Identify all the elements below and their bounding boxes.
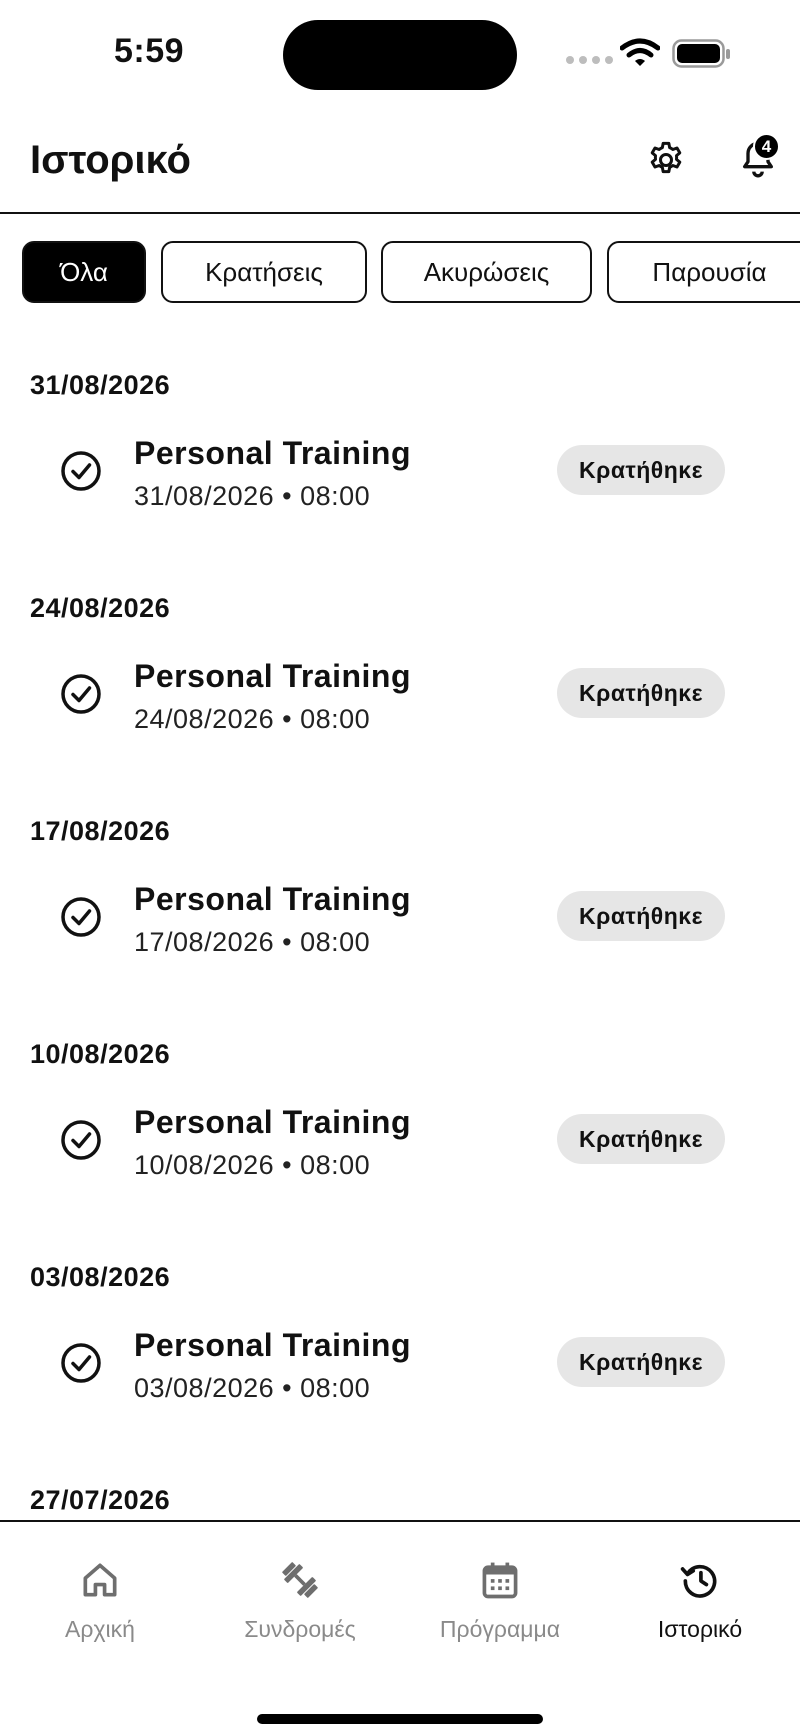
nav-item-subscriptions[interactable]: Συνδρομές xyxy=(200,1522,400,1652)
home-icon xyxy=(83,1563,117,1597)
history-entry[interactable]: Personal Training 17/08/2026 • 08:00 Κρα… xyxy=(0,871,800,981)
dynamic-island xyxy=(283,20,517,90)
filter-chip-cancellations[interactable]: Ακυρώσεις xyxy=(381,241,592,303)
notifications-button[interactable]: 4 xyxy=(734,133,784,186)
nav-label: Ιστορικό xyxy=(657,1616,743,1642)
page-title: Ιστορικό xyxy=(30,138,191,182)
settings-button[interactable] xyxy=(644,138,688,182)
history-entry[interactable]: Personal Training 10/08/2026 • 08:00 Κρα… xyxy=(0,1094,800,1204)
history-icon xyxy=(680,1564,717,1598)
check-circle-icon xyxy=(61,897,101,937)
bottom-nav: Αρχική Συνδρομές Πρόγραμμα Ιστορικό xyxy=(0,1520,800,1736)
app-header: Ιστορικό 4 xyxy=(0,120,800,214)
nav-label: Συνδρομές xyxy=(244,1616,356,1642)
date-header: 17/08/2026 xyxy=(30,816,171,846)
entry-title: Personal Training xyxy=(134,435,412,471)
check-circle-icon xyxy=(61,674,101,714)
date-header: 31/08/2026 xyxy=(30,370,171,400)
nav-label: Αρχική xyxy=(65,1616,135,1642)
date-header: 10/08/2026 xyxy=(30,1039,171,1069)
status-bar: 5:59 xyxy=(0,0,800,110)
status-badge: Κρατήθηκε xyxy=(557,1114,725,1164)
home-indicator xyxy=(257,1714,543,1724)
filter-chip-bookings[interactable]: Κρατήσεις xyxy=(161,241,367,303)
history-entry[interactable]: Personal Training 03/08/2026 • 08:00 Κρα… xyxy=(0,1317,800,1427)
status-time: 5:59 xyxy=(114,32,185,70)
filter-chip-attendance[interactable]: Παρουσία xyxy=(607,241,800,303)
date-header: 27/07/2026 xyxy=(30,1485,171,1515)
entry-datetime: 17/08/2026 • 08:00 xyxy=(134,927,371,957)
entry-datetime: 10/08/2026 • 08:00 xyxy=(134,1150,371,1180)
filter-chip-all[interactable]: Όλα xyxy=(22,241,146,303)
status-badge: Κρατήθηκε xyxy=(557,668,725,718)
history-entry[interactable]: Personal Training 24/08/2026 • 08:00 Κρα… xyxy=(0,648,800,758)
nav-label: Πρόγραμμα xyxy=(439,1616,561,1642)
date-header: 03/08/2026 xyxy=(30,1262,171,1292)
status-badge: Κρατήθηκε xyxy=(557,445,725,495)
calendar-icon xyxy=(482,1562,518,1599)
entry-title: Personal Training xyxy=(134,881,412,917)
entry-datetime: 03/08/2026 • 08:00 xyxy=(134,1373,371,1403)
cellular-signal-icon xyxy=(566,56,613,64)
dumbbell-icon xyxy=(282,1562,318,1598)
history-list: 31/08/2026 Personal Training 31/08/2026 … xyxy=(0,340,800,1520)
status-badge: Κρατήθηκε xyxy=(557,1337,725,1387)
check-circle-icon xyxy=(61,451,101,491)
date-header: 24/08/2026 xyxy=(30,593,171,623)
gear-icon xyxy=(650,141,682,174)
filter-tabs: Όλα Κρατήσεις Ακυρώσεις Παρουσία xyxy=(0,241,800,305)
battery-icon xyxy=(672,39,730,68)
entry-datetime: 24/08/2026 • 08:00 xyxy=(134,704,371,734)
wifi-icon xyxy=(620,38,660,66)
entry-title: Personal Training xyxy=(134,1327,412,1363)
check-circle-icon xyxy=(61,1343,101,1383)
status-badge: Κρατήθηκε xyxy=(557,891,725,941)
entry-title: Personal Training xyxy=(134,1104,412,1140)
history-entry[interactable]: Personal Training 31/08/2026 • 08:00 Κρα… xyxy=(0,425,800,535)
entry-datetime: 31/08/2026 • 08:00 xyxy=(134,481,371,511)
nav-item-schedule[interactable]: Πρόγραμμα xyxy=(400,1522,600,1652)
notification-count-badge: 4 xyxy=(753,133,780,160)
nav-item-home[interactable]: Αρχική xyxy=(0,1522,200,1652)
entry-title: Personal Training xyxy=(134,658,412,694)
nav-item-history[interactable]: Ιστορικό xyxy=(600,1522,800,1652)
check-circle-icon xyxy=(61,1120,101,1160)
